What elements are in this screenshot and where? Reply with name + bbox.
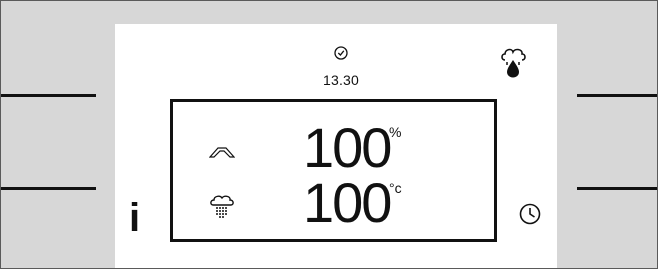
oven-control-panel: 13.30 i 100 % 100 °c: [0, 0, 658, 269]
steam-tap-icon[interactable]: [499, 46, 527, 78]
timer-icon[interactable]: [519, 203, 541, 225]
left-button-line-bottom[interactable]: [1, 187, 96, 190]
up-chevron-icon: [209, 147, 235, 158]
temperature-unit: °c: [389, 180, 402, 196]
steam-icon: [210, 195, 234, 218]
values-box: 100 % 100 °c: [170, 99, 497, 242]
info-icon[interactable]: i: [129, 198, 143, 238]
display-screen: 13.30 i 100 % 100 °c: [115, 24, 557, 268]
humidity-unit: %: [389, 124, 402, 140]
clock-icon: [334, 46, 348, 60]
right-button-line-bottom[interactable]: [577, 187, 657, 190]
left-button-line-top[interactable]: [1, 94, 96, 97]
clock-time: 13.30: [322, 72, 360, 88]
right-button-line-top[interactable]: [577, 94, 657, 97]
